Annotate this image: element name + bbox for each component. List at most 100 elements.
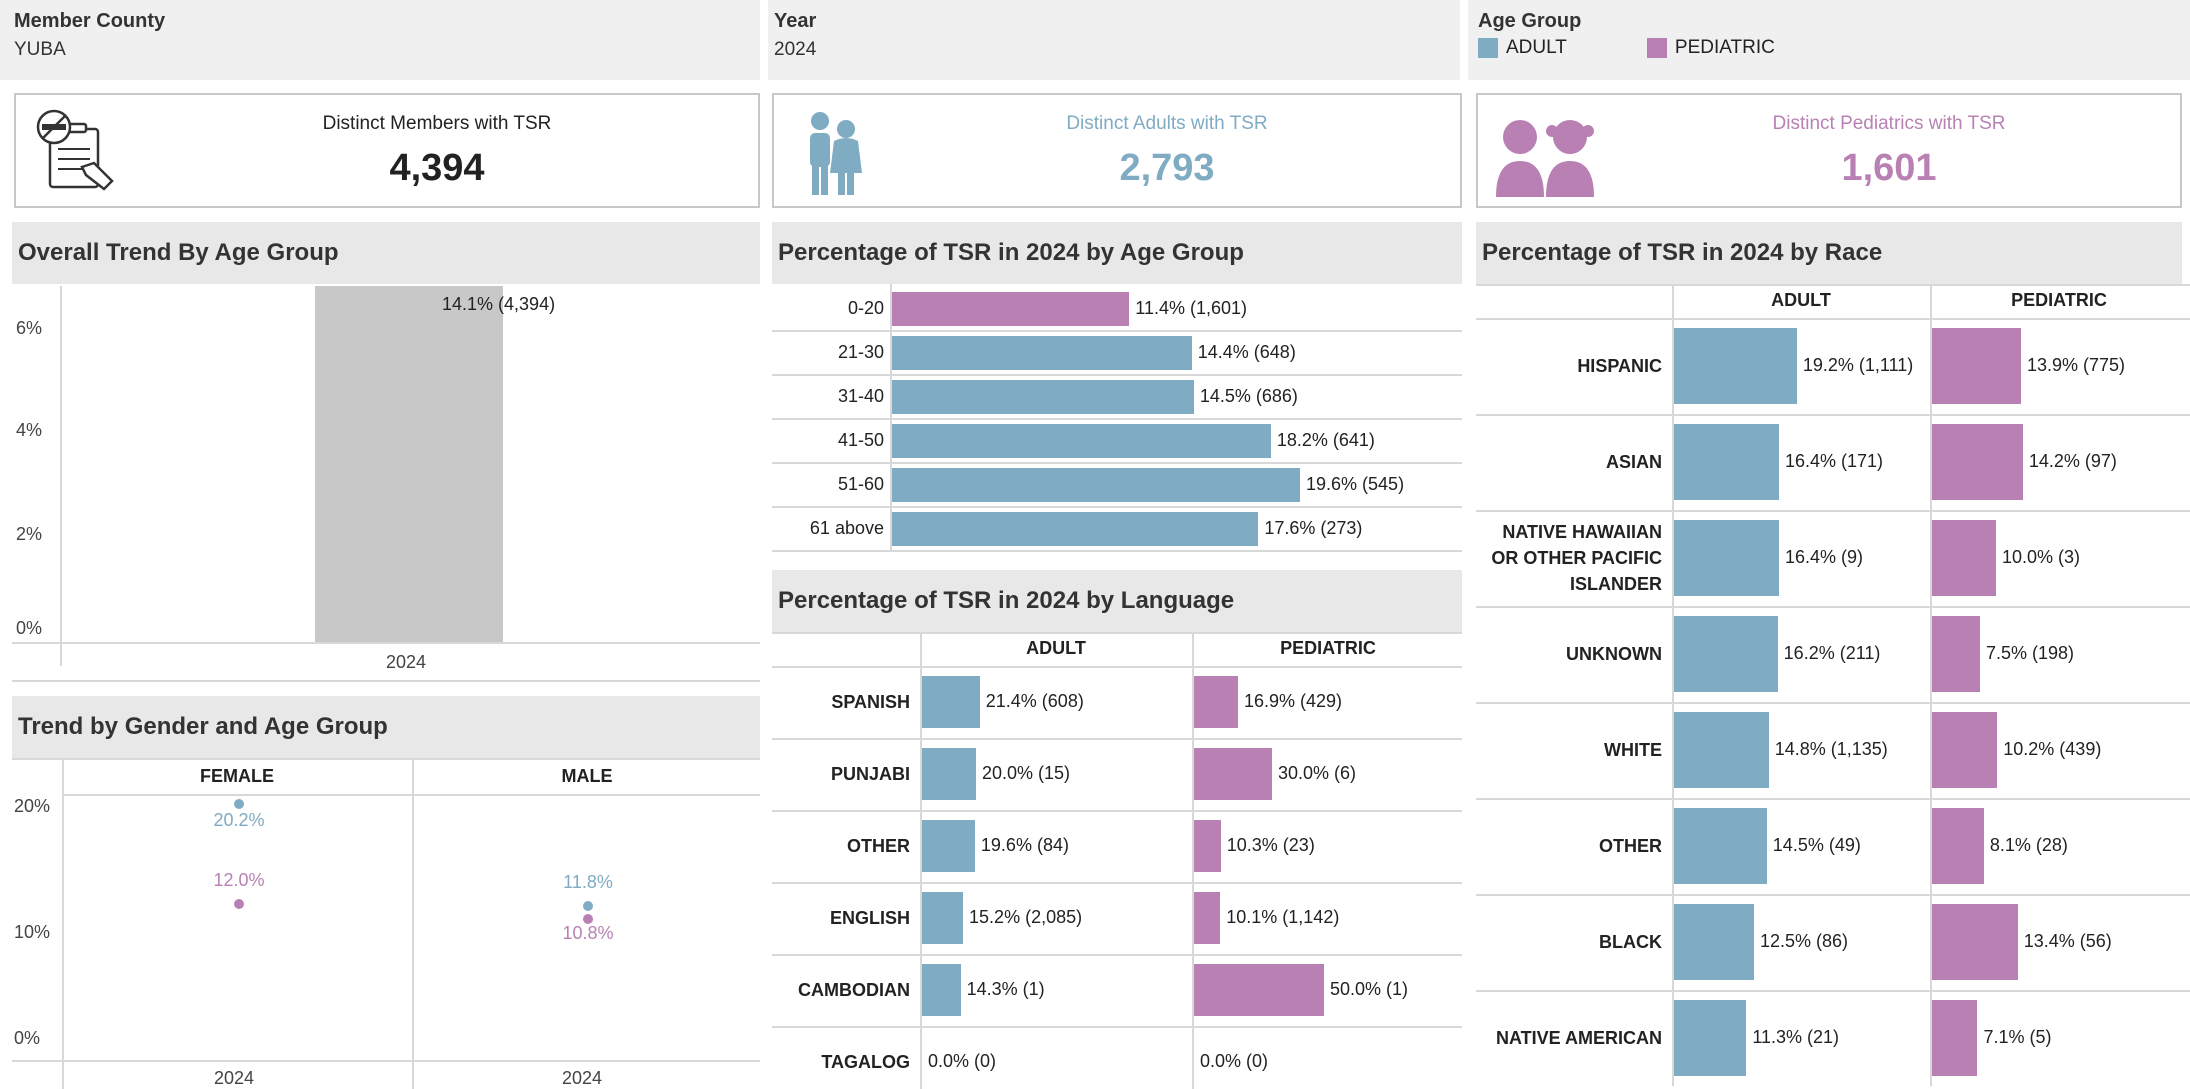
kpi-members-title: Distinct Members with TSR [322,113,552,134]
language-adult-value: 15.2% (2,085) [969,907,1083,927]
male-pediatric-label: 10.8% [562,922,614,943]
language-adult-bar[interactable] [922,892,964,944]
age-bar-51-60[interactable] [892,468,1300,502]
race-row-label: WHITE [1604,740,1662,760]
race-pediatric-bar[interactable] [1932,904,2018,980]
kpi-distinct-adults: Distinct Adults with TSR 2,793 [772,93,1462,208]
female-adult-point[interactable] [234,798,244,809]
language-pediatric-bar[interactable] [1194,748,1272,800]
language-pediatric-value: 30.0% (6) [1278,763,1357,783]
age-bar-value: 18.2% (641) [1276,430,1375,450]
race-row-label: NATIVE HAWAIIAN OR OTHER PACIFIC ISLANDE… [1491,522,1662,594]
race-adult-bar[interactable] [1674,712,1769,788]
year-filter[interactable]: Year 2024 [768,0,1460,80]
race-adult-bar[interactable] [1674,520,1779,596]
race-pediatric-value: 7.5% (198) [1986,643,2075,663]
race-pediatric-bar[interactable] [1932,1000,1978,1076]
x-tick: 2024 [562,1068,603,1088]
language-pediatric-bar[interactable] [1194,820,1221,872]
age-bar-value: 17.6% (273) [1264,518,1363,538]
language-pediatric-bar[interactable] [1194,676,1238,728]
race-pediatric-value: 13.4% (56) [2023,931,2112,951]
kpi-adults-value: 2,793 [1119,147,1215,189]
kpi-distinct-pediatrics: Distinct Pediatrics with TSR 1,601 [1476,93,2182,208]
row-divider [1476,510,2190,512]
race-pediatric-value: 10.2% (439) [2003,739,2102,759]
race-adult-bar[interactable] [1674,1000,1747,1076]
overall-trend-bar[interactable] [315,286,503,642]
race-row-label: OTHER [1599,836,1662,856]
male-adult-point[interactable] [583,901,593,912]
y-tick: 20% [14,796,51,816]
race-pediatric-bar[interactable] [1932,520,1996,596]
table-top [772,632,1462,634]
row-divider [772,1026,1462,1028]
language-pediatric-value: 10.3% (23) [1226,835,1315,855]
race-pediatric-bar[interactable] [1932,616,1980,692]
age-bar-0-20[interactable] [892,292,1130,326]
row-divider [1476,702,2190,704]
race-adult-bar[interactable] [1674,904,1754,980]
language-row-label: TAGALOG [821,1052,910,1072]
language-pediatric-value: 50.0% (1) [1330,979,1409,999]
male-adult-label: 11.8% [563,872,613,893]
kpi-pediatrics-value: 1,601 [1841,147,1937,189]
y-tick: 4% [16,420,43,440]
row-divider [772,506,1462,508]
race-chart-title: Percentage of TSR in 2024 by Race [1476,222,2182,284]
female-pediatric-point[interactable] [234,899,244,909]
race-adult-value: 16.4% (171) [1784,451,1884,471]
race-adult-bar[interactable] [1674,808,1767,884]
language-pediatric-value: 10.1% (1,142) [1226,907,1340,927]
language-pediatric-bar[interactable] [1194,892,1221,944]
race-adult-bar[interactable] [1674,616,1778,692]
year-value[interactable]: 2024 [774,39,1454,61]
y-tick: 6% [16,318,43,338]
age-bar-61 above[interactable] [892,512,1259,546]
age-bar-31-40[interactable] [892,380,1194,414]
overall-trend-title: Overall Trend By Age Group [12,222,760,284]
age-row-label: 41-50 [837,430,884,450]
race-pediatric-bar[interactable] [1932,712,1998,788]
race-adult-value: 14.5% (49) [1772,835,1861,855]
age-group-legend: Age Group ADULT PEDIATRIC [1468,0,2190,80]
race-chart: ADULT PEDIATRIC HISPANIC 19.2% (1,111) 13.9%… [1476,284,2190,1089]
age-row-label: 51-60 [837,474,884,494]
race-pediatric-bar[interactable] [1932,424,2023,500]
female-adult-label: 20.2% [213,809,265,830]
language-row-label: OTHER [847,836,910,856]
language-adult-bar[interactable] [922,964,961,1016]
language-pediatric-bar[interactable] [1194,964,1324,1016]
age-bar-21-30[interactable] [892,336,1192,370]
race-pediatric-value: 14.2% (97) [2028,451,2117,471]
race-row-label: HISPANIC [1577,356,1662,376]
row-divider [772,374,1462,376]
member-county-value[interactable]: YUBA [14,39,746,61]
y-tick: 0% [16,618,43,638]
language-adult-bar[interactable] [922,676,980,728]
age-group-chart: 0-20 11.4% (1,601) 21-30 14.4% (648) 31-40 14… [772,284,1462,556]
race-pediatric-value: 13.9% (775) [2026,355,2126,375]
age-bar-41-50[interactable] [892,424,1271,458]
language-col-pediatric: PEDIATRIC [1280,638,1376,658]
race-pediatric-bar[interactable] [1932,328,2021,404]
age-bar-value: 11.4% (1,601) [1135,298,1248,318]
race-row-label: ASIAN [1605,452,1662,472]
legend-pediatric[interactable]: PEDIATRIC [1646,37,1775,59]
kpi-members-value: 4,394 [389,147,485,189]
member-county-filter[interactable]: Member County YUBA [0,0,760,80]
language-col-adult: ADULT [1026,638,1086,658]
gender-col-female: FEMALE [200,766,274,786]
race-adult-bar[interactable] [1674,424,1779,500]
legend-pediatric-swatch [1646,38,1667,58]
language-adult-bar[interactable] [922,748,976,800]
race-adult-value: 16.4% (9) [1784,547,1863,567]
language-adult-value: 19.6% (84) [980,835,1069,855]
language-row-label: ENGLISH [829,908,910,928]
table-header-line [1476,318,2190,320]
language-adult-bar[interactable] [922,820,975,872]
overall-trend-bar-label: 14.1% (4,394) [442,294,556,314]
legend-adult[interactable]: ADULT [1478,37,1567,59]
race-adult-bar[interactable] [1674,328,1797,404]
race-pediatric-bar[interactable] [1932,808,1984,884]
